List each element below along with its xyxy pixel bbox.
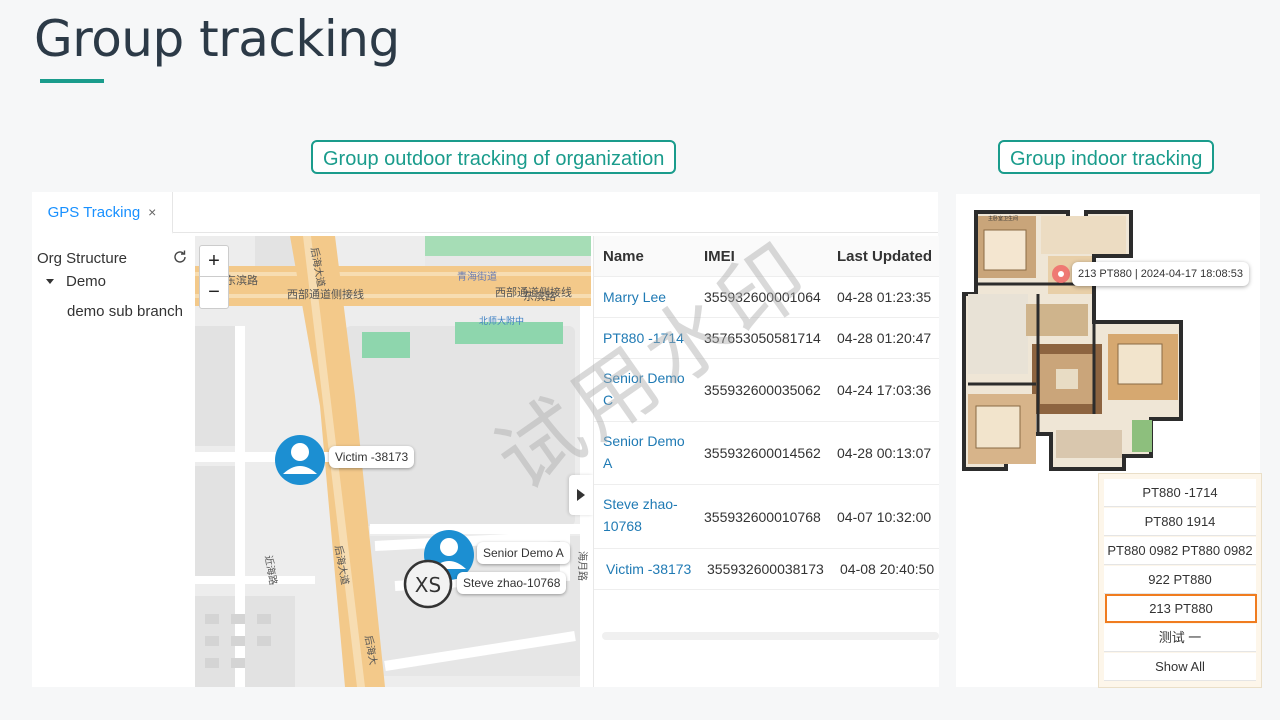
table-row[interactable]: Steve zhao-10768 355932600010768 04-07 1… — [594, 485, 939, 549]
street-label: 西部通道侧接线 — [287, 287, 364, 301]
device-name-link[interactable]: Senior Demo A — [603, 430, 695, 474]
device-name-link[interactable]: Marry Lee — [603, 286, 695, 308]
close-icon[interactable]: × — [148, 204, 156, 220]
table-row[interactable]: Senior Demo A 355932600014562 04-28 00:1… — [594, 422, 939, 485]
column-header-name[interactable]: Name — [603, 248, 644, 265]
marker-victim[interactable] — [275, 435, 325, 485]
org-structure-title: Org Structure — [37, 250, 128, 267]
device-name-link[interactable]: PT880 -1714 — [603, 327, 695, 349]
tree-node-demo-sub-branch[interactable]: demo sub branch — [67, 303, 183, 320]
device-last-updated: 04-28 00:13:07 — [837, 445, 932, 461]
column-header-imei[interactable]: IMEI — [704, 248, 735, 265]
indoor-marker-label: 213 PT880 | 2024-04-17 18:08:53 — [1072, 262, 1249, 286]
device-imei: 355932600038173 — [707, 561, 824, 577]
device-imei: 355932600014562 — [704, 445, 821, 461]
tab-gps-tracking[interactable]: GPS Tracking × — [32, 192, 173, 234]
marker-steve-zhao[interactable]: XS — [403, 559, 453, 609]
table-row[interactable]: PT880 -1714 357653050581714 04-28 01:20:… — [594, 318, 939, 359]
device-last-updated: 04-28 01:23:35 — [837, 289, 932, 305]
outdoor-callout: Group outdoor tracking of organization — [311, 140, 677, 174]
caret-down-icon[interactable] — [46, 279, 54, 284]
gps-tracking-panel: GPS Tracking × Org Structure Demo demo s… — [32, 192, 939, 687]
device-list-item[interactable]: PT880 0982 PT880 0982 — [1104, 537, 1256, 565]
device-list-item[interactable]: PT880 -1714 — [1104, 479, 1256, 507]
collapse-panel-button[interactable] — [569, 475, 593, 515]
table-row[interactable]: Senior Demo C 355932600035062 04-24 17:0… — [594, 359, 939, 422]
tab-label: GPS Tracking — [47, 203, 141, 221]
caret-right-icon — [577, 489, 585, 501]
show-all-button[interactable]: Show All — [1104, 653, 1256, 681]
avatar-initials: XS — [415, 573, 441, 597]
device-imei: 355932600010768 — [704, 509, 821, 525]
device-last-updated: 04-08 20:40:50 — [840, 561, 935, 577]
device-last-updated: 04-07 10:32:00 — [837, 509, 932, 525]
zoom-control: + − — [199, 245, 229, 309]
street-label: 青海街道 — [457, 270, 497, 283]
room-label: 主卧室卫生间 — [988, 215, 1018, 222]
device-list-item[interactable]: 922 PT880 — [1104, 566, 1256, 594]
device-last-updated: 04-28 01:20:47 — [837, 330, 932, 346]
marker-label: Victim -38173 — [329, 446, 415, 468]
street-label: 北师大附中 — [479, 315, 524, 327]
zoom-out-button[interactable]: − — [200, 277, 228, 307]
indoor-callout: Group indoor tracking — [998, 140, 1215, 174]
marker-label: Senior Demo A — [477, 542, 570, 564]
table-row[interactable]: Victim -38173 355932600038173 04-08 20:4… — [594, 549, 939, 590]
table-row[interactable]: Marry Lee 355932600001064 04-28 01:23:35 — [594, 277, 939, 318]
device-imei: 355932600001064 — [704, 289, 821, 305]
zoom-in-button[interactable]: + — [200, 246, 228, 277]
device-last-updated: 04-24 17:03:36 — [837, 382, 932, 398]
street-label: 海月路 — [576, 551, 589, 581]
tab-bar: GPS Tracking × — [32, 192, 938, 234]
device-list-item[interactable]: PT880 1914 — [1104, 508, 1256, 536]
device-list-item[interactable]: 测试 一 — [1104, 624, 1256, 652]
horizontal-scrollbar[interactable] — [602, 632, 939, 640]
device-name-link[interactable]: Senior Demo C — [603, 367, 695, 411]
table-header: Name IMEI Last Updated — [594, 236, 939, 277]
floor-plan[interactable]: 主卧室卫生间 — [956, 194, 1260, 474]
indoor-location-marker[interactable] — [1052, 265, 1070, 283]
map-view[interactable]: 东滨路 西部通道侧接线 青海街道 西部通道侧接线 东滨路 北师大附中 后海大道 … — [195, 236, 591, 687]
street-label: 东滨路 — [225, 273, 258, 287]
tree-node-label: Demo — [66, 273, 107, 290]
refresh-icon[interactable] — [172, 249, 188, 265]
device-list-item-selected[interactable]: 213 PT880 — [1105, 594, 1257, 623]
org-structure-panel: Org Structure Demo demo sub branch — [32, 236, 195, 687]
title-underline — [40, 79, 104, 83]
device-imei: 355932600035062 — [704, 382, 821, 398]
slide-title: Group tracking — [34, 10, 400, 68]
device-name-link[interactable]: Victim -38173 — [606, 558, 706, 580]
tree-node-demo[interactable]: Demo — [46, 273, 106, 290]
column-header-last-updated[interactable]: Last Updated — [837, 248, 932, 265]
street-label: 东滨路 — [523, 289, 556, 303]
device-table: Name IMEI Last Updated Marry Lee 3559326… — [593, 236, 939, 687]
indoor-device-list: PT880 -1714 PT880 1914 PT880 0982 PT880 … — [1098, 473, 1262, 688]
device-name-link[interactable]: Steve zhao-10768 — [603, 493, 695, 537]
marker-label: Steve zhao-10768 — [457, 572, 567, 594]
device-imei: 357653050581714 — [704, 330, 821, 346]
